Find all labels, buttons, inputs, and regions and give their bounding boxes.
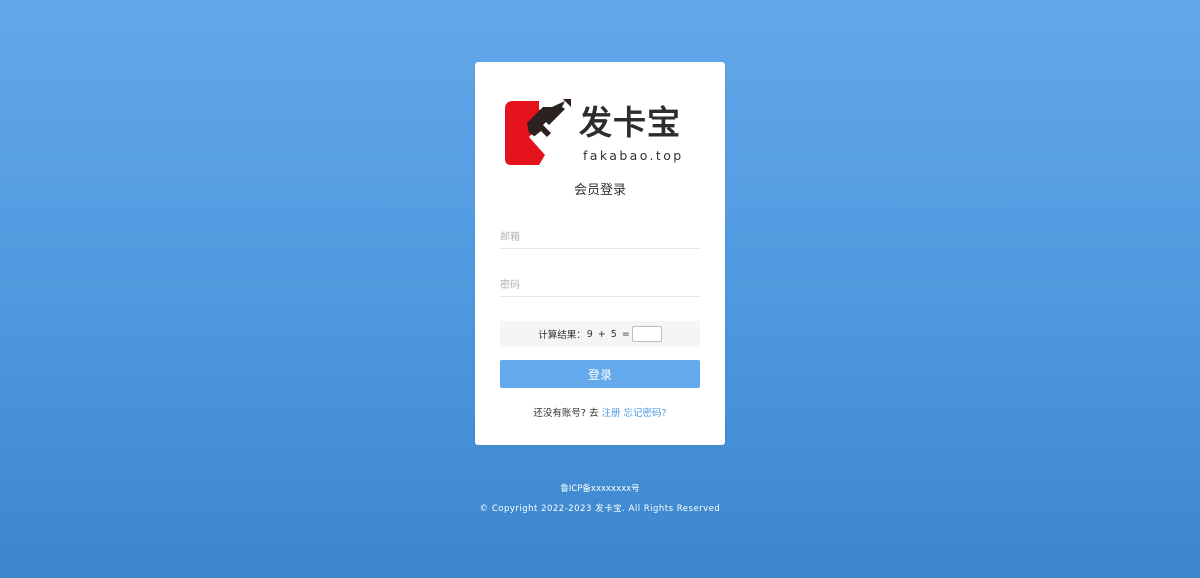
forgot-password-link[interactable]: 忘记密码? <box>624 408 667 419</box>
icp-record: 鲁ICP备xxxxxxxx号 <box>560 484 640 494</box>
login-card: 发卡宝 fakabao.top 会员登录 计算结果： 9 + 5 = 登录 还没… <box>475 62 725 445</box>
brand-logo: 发卡宝 fakabao.top <box>503 99 693 169</box>
captcha-input[interactable] <box>631 326 662 342</box>
captcha-label: 计算结果： <box>538 330 586 341</box>
email-input[interactable] <box>500 226 700 249</box>
login-page: { "brand": { "name": "发卡宝", "domain": "f… <box>0 0 1200 578</box>
copyright-text: © Copyright 2022-2023 发卡宝. All Rights Re… <box>479 504 721 514</box>
account-links: 还没有账号? 去 注册 忘记密码? <box>475 407 725 421</box>
brand-name: 发卡宝 <box>579 103 681 142</box>
captcha-expression: 9 + 5 = <box>586 328 630 340</box>
brand-domain: fakabao.top <box>583 148 684 163</box>
fakabao-logo-icon <box>505 99 571 165</box>
no-account-text: 还没有账号? 去 <box>533 408 599 419</box>
login-title: 会员登录 <box>573 183 626 198</box>
login-button[interactable]: 登录 <box>500 360 700 388</box>
register-link[interactable]: 注册 <box>602 408 621 419</box>
password-input[interactable] <box>500 274 700 297</box>
captcha-row: 计算结果： 9 + 5 = <box>500 321 700 347</box>
